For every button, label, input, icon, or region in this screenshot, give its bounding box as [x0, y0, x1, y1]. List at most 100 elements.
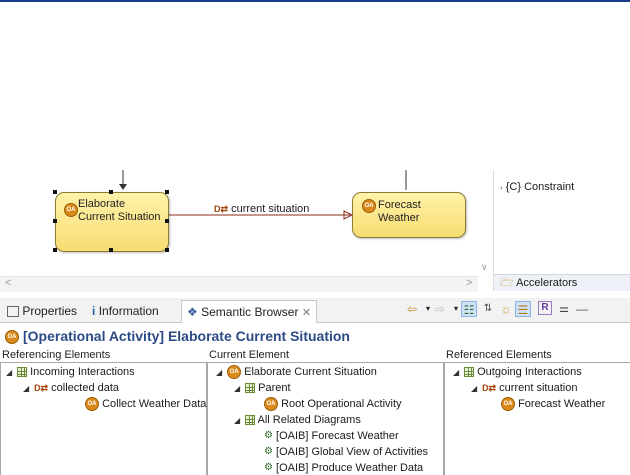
- node-forecast-weather[interactable]: OA Forecast Weather: [352, 192, 466, 238]
- title-element-name: Elaborate Current Situation: [167, 328, 350, 344]
- expand-triangle-icon[interactable]: ◢: [453, 366, 461, 380]
- tree-item-root-operational-activity[interactable]: OA Root Operational Activity: [264, 397, 402, 412]
- selection-handle-tl[interactable]: [53, 190, 57, 194]
- report-icon[interactable]: R: [538, 301, 552, 315]
- tree-item-all-related-diagrams[interactable]: ◢ All Related Diagrams: [234, 413, 361, 428]
- category-grid-icon: [245, 383, 256, 394]
- operational-activity-icon: OA: [264, 397, 278, 412]
- chevron-left-icon[interactable]: <: [5, 277, 11, 289]
- page-title: OA [Operational Activity] Elaborate Curre…: [0, 324, 630, 348]
- chevron-right-icon: ›: [500, 183, 503, 192]
- exchange-item-icon: D⇄: [214, 203, 229, 214]
- tree-item-diagram-forecast[interactable]: ⚙ [OAIB] Forecast Weather: [264, 429, 399, 443]
- tree-item-forecast-weather[interactable]: OA Forecast Weather: [501, 397, 606, 412]
- expand-triangle-icon[interactable]: ◢: [471, 382, 479, 396]
- close-icon[interactable]: ✕: [302, 307, 311, 319]
- chevron-right-icon[interactable]: >: [466, 277, 472, 289]
- tree-item-label: Root Operational Activity: [281, 398, 402, 410]
- title-type-prefix: [Operational Activity]: [23, 328, 165, 344]
- referencing-elements-header: Referencing Elements: [2, 349, 111, 361]
- tree-item-label: Outgoing Interactions: [477, 366, 582, 378]
- selection-handle-bm[interactable]: [109, 248, 113, 252]
- category-grid-icon: [245, 415, 256, 426]
- folder-icon: 🗁: [500, 277, 514, 289]
- expand-triangle-icon[interactable]: ◢: [23, 382, 31, 396]
- link-with-editor-icon[interactable]: ☷: [461, 301, 477, 317]
- diagram-horizontal-scrollbar[interactable]: < >: [0, 276, 478, 292]
- sort-icon[interactable]: ⇅: [480, 301, 496, 317]
- tree-item-collected-data[interactable]: ◢ D⇄ collected data: [23, 381, 119, 396]
- tree-item-current-root[interactable]: ◢ OA Elaborate Current Situation: [216, 365, 377, 380]
- node-right-label: Forecast Weather: [378, 199, 421, 224]
- incoming-edge-arrow: [119, 184, 127, 190]
- operational-activity-icon: OA: [85, 397, 99, 412]
- selection-handle-tm[interactable]: [109, 190, 113, 194]
- tree-item-incoming[interactable]: ◢ Incoming Interactions: [6, 365, 135, 380]
- tab-semantic-browser[interactable]: ❖ Semantic Browser ✕: [181, 300, 318, 323]
- back-arrow-icon[interactable]: ⇦: [404, 301, 420, 317]
- tree-item-label: collected data: [51, 382, 120, 394]
- palette: › {C} Constraint 🗁 Accelerators: [493, 170, 630, 291]
- category-grid-icon: [464, 367, 475, 378]
- expand-triangle-icon[interactable]: ◢: [6, 366, 14, 380]
- tree-item-label: Forecast Weather: [518, 398, 606, 410]
- node-elaborate-current-situation[interactable]: OA Elaborate Current Situation: [55, 192, 169, 252]
- tab-information-label: Information: [98, 304, 159, 318]
- operational-activity-icon: OA: [362, 199, 376, 213]
- tab-information[interactable]: i Information: [87, 300, 164, 322]
- selection-handle-bl[interactable]: [53, 248, 57, 252]
- expand-triangle-icon[interactable]: ◢: [216, 366, 224, 380]
- operational-activity-icon: OA: [227, 365, 242, 380]
- tree-item-label: Incoming Interactions: [30, 366, 135, 378]
- forward-arrow-icon[interactable]: ⇨: [432, 301, 448, 317]
- expand-icon[interactable]: ☰: [515, 301, 531, 317]
- tab-properties[interactable]: Properties: [2, 300, 82, 322]
- window-top-border: [0, 0, 630, 2]
- expand-triangle-icon[interactable]: ◢: [234, 414, 242, 428]
- tree-item-label: current situation: [499, 382, 578, 394]
- tree-item-label: Collect Weather Data: [102, 398, 207, 410]
- tab-properties-label: Properties: [22, 304, 78, 318]
- diagram-canvas[interactable]: OA Elaborate Current Situation D⇄ curren…: [0, 170, 478, 276]
- exchange-item-icon: D⇄: [34, 383, 49, 394]
- tree-item-diagram-produce[interactable]: ⚙ [OAIB] Produce Weather Data: [264, 461, 423, 475]
- tree-item-diagram-global-view[interactable]: ⚙ [OAIB] Global View of Activities: [264, 445, 428, 459]
- properties-icon: [7, 306, 19, 318]
- palette-item-constraint[interactable]: › {C} Constraint: [500, 181, 574, 193]
- palette-accelerators-drawer[interactable]: 🗁 Accelerators: [494, 274, 630, 291]
- current-element-header: Current Element: [209, 349, 290, 361]
- refresh-icon[interactable]: ☼: [498, 301, 514, 317]
- referenced-elements-header: Referenced Elements: [446, 349, 552, 361]
- exchange-item-icon: D⇄: [482, 383, 497, 394]
- operational-activity-icon: OA: [64, 203, 78, 217]
- diagram-icon: ⚙: [264, 462, 273, 474]
- palette-constraint-label: {C} Constraint: [505, 181, 575, 193]
- diagram-vertical-scrollbar[interactable]: ∨: [478, 170, 493, 276]
- accelerators-label: Accelerators: [516, 277, 578, 289]
- node-left-label: Elaborate Current Situation: [78, 198, 161, 223]
- operational-activity-icon: OA: [501, 397, 515, 412]
- current-element-tree[interactable]: ◢ OA Elaborate Current Situation ◢ Paren…: [207, 362, 444, 475]
- view-tab-bar: Properties i Information ❖ Semantic Brow…: [0, 298, 630, 323]
- selection-handle-ml[interactable]: [53, 219, 57, 223]
- chevron-down-icon[interactable]: ∨: [481, 262, 488, 273]
- tree-item-label: [OAIB] Produce Weather Data: [276, 462, 424, 474]
- edge-label-text: current situation: [231, 203, 310, 215]
- tree-item-outgoing[interactable]: ◢ Outgoing Interactions: [453, 365, 582, 380]
- tree-item-label: Elaborate Current Situation: [244, 366, 377, 378]
- tab-semantic-browser-label: Semantic Browser: [201, 305, 299, 319]
- referenced-elements-tree[interactable]: ◢ Outgoing Interactions ◢ D⇄ current sit…: [444, 362, 630, 475]
- tree-item-collect-weather[interactable]: OA Collect Weather Data: [85, 397, 207, 412]
- category-grid-icon: [17, 367, 28, 378]
- selection-handle-br[interactable]: [165, 248, 169, 252]
- tree-item-parent[interactable]: ◢ Parent: [234, 381, 291, 396]
- edge-label-current-situation[interactable]: D⇄ current situation: [214, 203, 309, 215]
- referencing-elements-tree[interactable]: ◢ Incoming Interactions ◢ D⇄ collected d…: [0, 362, 207, 475]
- selection-handle-tr[interactable]: [165, 190, 169, 194]
- diagram-icon[interactable]: ⚌: [556, 301, 572, 317]
- minimize-icon[interactable]: —: [574, 301, 590, 317]
- expand-triangle-icon[interactable]: ◢: [234, 382, 242, 396]
- selection-handle-mr[interactable]: [165, 219, 169, 223]
- diagram-icon: ⚙: [264, 430, 273, 442]
- tree-item-current-situation[interactable]: ◢ D⇄ current situation: [471, 381, 577, 396]
